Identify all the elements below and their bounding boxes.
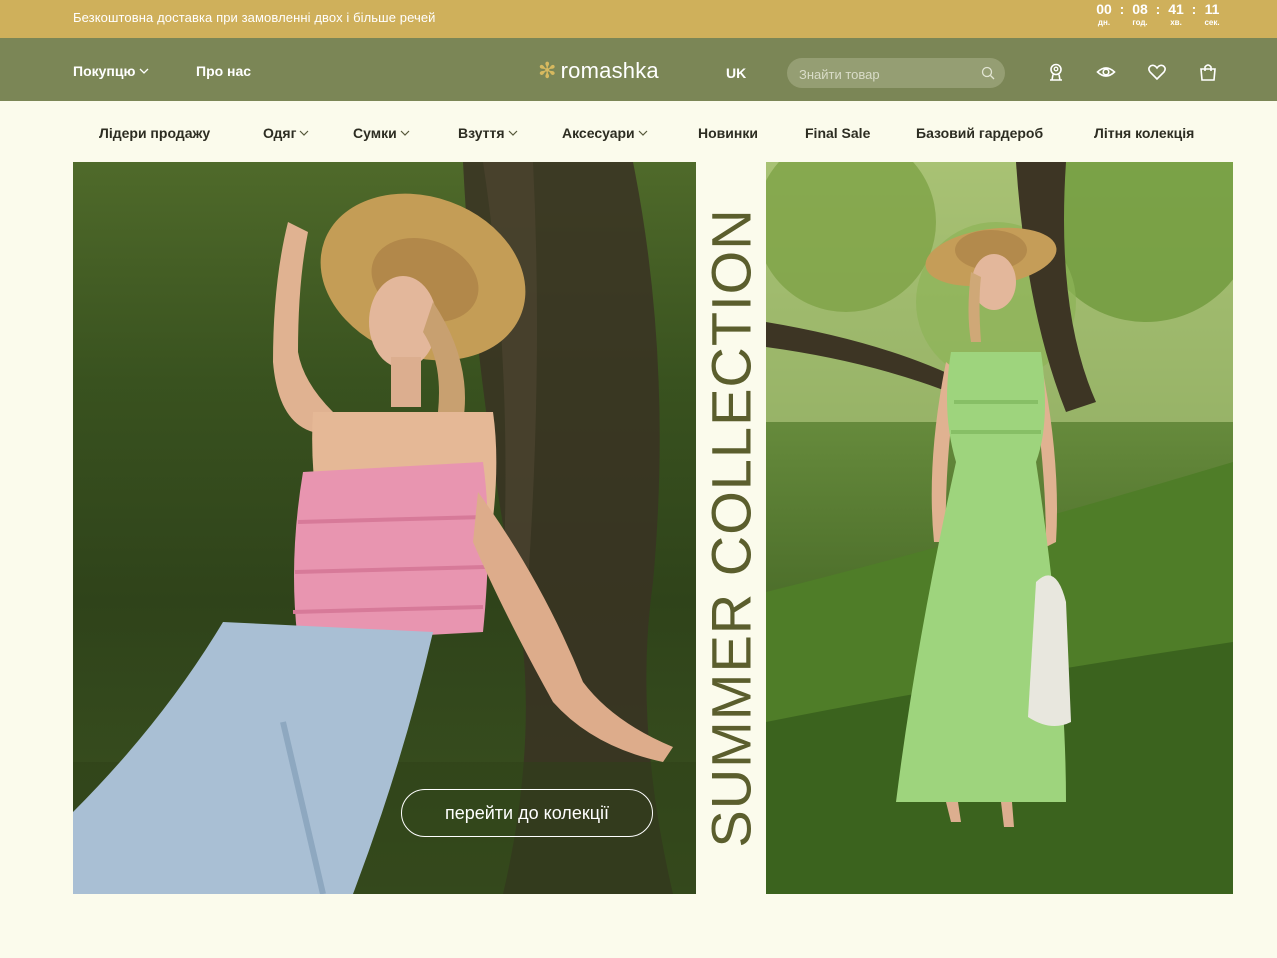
timer-days: 00 дн. (1091, 0, 1117, 28)
category-label: Лідери продажу (99, 125, 211, 141)
logo-text: romashka (560, 58, 659, 83)
hero-image-left[interactable] (73, 162, 696, 894)
shop-menu-label: Покупцю (73, 63, 136, 79)
timer-hours-label: год. (1132, 18, 1148, 27)
category-clothing[interactable]: Одяг (263, 125, 309, 141)
chevron-down-icon (139, 68, 149, 74)
category-bestsellers[interactable]: Лідери продажу (99, 125, 210, 141)
category-final-sale[interactable]: Final Sale (805, 125, 870, 141)
category-label: Новинки (698, 125, 758, 141)
search-input[interactable] (797, 58, 976, 90)
shop-menu-link[interactable]: Покупцю (73, 63, 149, 79)
language-switcher[interactable]: UK (726, 65, 746, 81)
hero-photo-right (766, 162, 1233, 894)
category-label: Одяг (263, 125, 297, 141)
go-to-collection-button[interactable]: перейти до колекції (401, 789, 653, 837)
category-accessories[interactable]: Аксесуари (562, 125, 648, 141)
timer-separator: : (1191, 1, 1197, 17)
timer-hours-value: 08 (1132, 1, 1148, 17)
category-label: Літня колекція (1094, 125, 1195, 141)
timer-seconds-label: сек. (1204, 18, 1220, 27)
promo-bar: Безкоштовна доставка при замовленні двох… (0, 0, 1277, 38)
timer-minutes: 41 хв. (1163, 0, 1189, 28)
heart-icon[interactable] (1147, 62, 1167, 82)
category-label: Сумки (353, 125, 397, 141)
timer-separator: : (1119, 1, 1125, 17)
timer-minutes-value: 41 (1168, 1, 1184, 17)
category-nav: Лідери продажу Одяг Сумки Взуття Аксесуа… (0, 101, 1277, 162)
timer-seconds-value: 11 (1204, 1, 1220, 17)
category-shoes[interactable]: Взуття (458, 125, 518, 141)
account-icon[interactable] (1046, 62, 1066, 82)
category-bags[interactable]: Сумки (353, 125, 410, 141)
logo[interactable]: ✻ romashka (538, 58, 659, 84)
summer-collection-title: SUMMER COLLECTION (699, 208, 763, 848)
about-label: Про нас (196, 63, 252, 79)
category-summer-collection[interactable]: Літня колекція (1094, 125, 1194, 141)
chevron-down-icon (638, 130, 648, 136)
timer-days-label: дн. (1097, 18, 1111, 27)
countdown-timer: 00 дн. : 08 год. : 41 хв. : 11 сек. (1091, 0, 1225, 28)
about-link[interactable]: Про нас (196, 63, 251, 79)
promo-text: Безкоштовна доставка при замовленні двох… (73, 10, 436, 25)
hero-image-right[interactable] (766, 162, 1233, 894)
timer-seconds: 11 сек. (1199, 0, 1225, 28)
timer-days-value: 00 (1096, 1, 1112, 17)
category-label: Final Sale (805, 125, 871, 141)
site-header: Покупцю Про нас ✻ romashka UK (0, 38, 1277, 101)
timer-hours: 08 год. (1127, 0, 1153, 28)
category-label: Базовий гардероб (916, 125, 1044, 141)
category-label: Аксесуари (562, 125, 635, 141)
category-label: Взуття (458, 125, 505, 141)
shopping-bag-icon[interactable] (1198, 62, 1218, 82)
chevron-down-icon (300, 130, 309, 136)
chevron-down-icon (508, 130, 517, 136)
timer-separator: : (1155, 1, 1161, 17)
category-basic-wardrobe[interactable]: Базовий гардероб (916, 125, 1043, 141)
search-box (787, 58, 1005, 90)
eye-icon[interactable] (1096, 62, 1116, 82)
category-new[interactable]: Новинки (698, 125, 758, 141)
hero-photo-left (73, 162, 696, 894)
chevron-down-icon (400, 130, 410, 136)
daisy-icon: ✻ (538, 58, 557, 83)
timer-minutes-label: хв. (1170, 18, 1182, 27)
search-icon[interactable] (981, 66, 995, 80)
